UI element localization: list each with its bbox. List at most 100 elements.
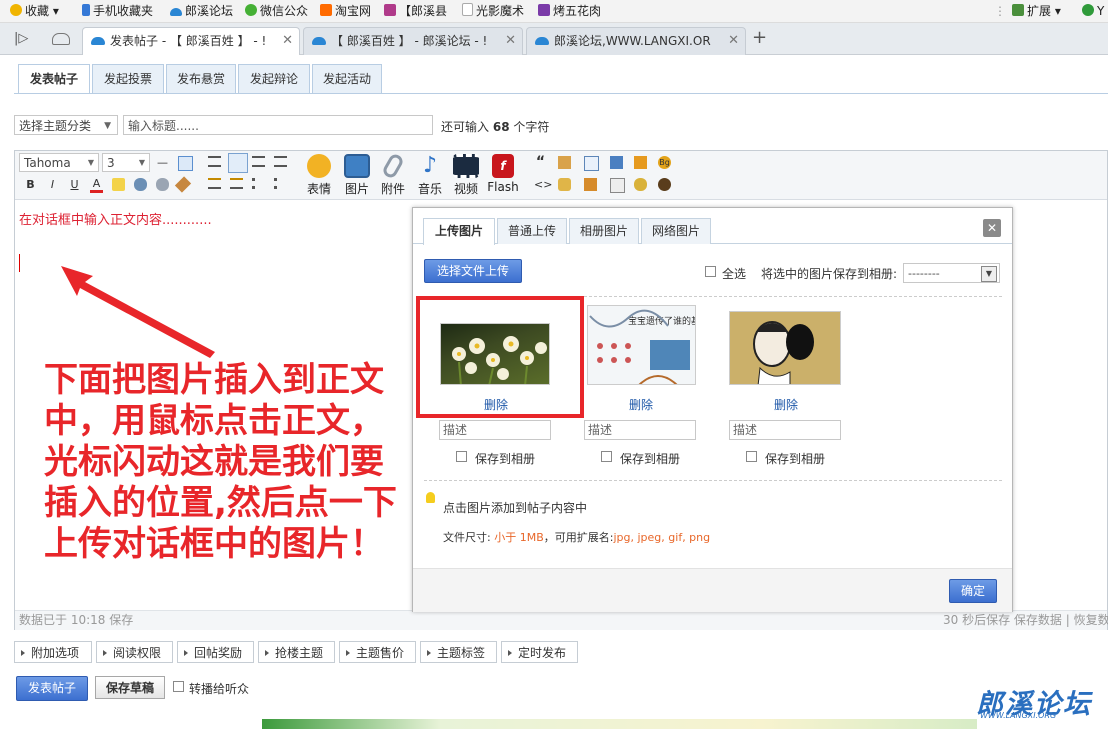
italic-button[interactable]: I — [46, 178, 59, 191]
option-additional[interactable]: 附加选项 — [14, 641, 92, 663]
emoticon-button[interactable]: 表情 — [302, 154, 336, 197]
close-icon[interactable]: ✕ — [983, 219, 1001, 237]
align-right-icon[interactable] — [252, 156, 265, 167]
more-icon[interactable]: ⋮ — [994, 3, 1006, 19]
tab-activity[interactable]: 发起活动 — [312, 64, 382, 93]
font-family-select[interactable]: Tahoma ▼ — [19, 153, 99, 172]
background-icon[interactable]: Bg — [658, 156, 671, 169]
key-icon[interactable] — [634, 178, 647, 191]
unordered-list-icon[interactable] — [274, 178, 290, 189]
tab-upload-image[interactable]: 上传图片 — [423, 218, 495, 245]
quote-icon[interactable]: “ — [534, 155, 547, 169]
image-button[interactable]: 图片 — [340, 154, 374, 197]
grid-icon — [1012, 4, 1024, 16]
save-album-checkbox-2[interactable] — [601, 451, 612, 462]
close-icon[interactable]: ✕ — [278, 28, 293, 54]
dialog-footer — [413, 568, 1012, 612]
select-all-checkbox[interactable] — [705, 266, 716, 277]
window-icon[interactable] — [584, 156, 599, 171]
bookmark-langxi[interactable]: 郎溪论坛 — [170, 3, 233, 19]
save-draft-button[interactable]: 保存草稿 — [95, 676, 165, 699]
attachment-button[interactable]: 附件 — [376, 152, 410, 197]
underline-button[interactable]: U — [68, 178, 81, 191]
align-left-icon[interactable] — [208, 156, 221, 167]
horizontal-rule-icon[interactable]: — — [156, 156, 169, 169]
sidebar-toggle-icon[interactable]: |▷ — [14, 31, 28, 46]
ordered-list-icon[interactable] — [252, 178, 268, 189]
extensions-button[interactable]: 扩展 ▾ — [1012, 3, 1061, 19]
tab-post[interactable]: 发表帖子 — [18, 64, 90, 94]
ok-button[interactable]: 确定 — [949, 579, 997, 603]
lock-icon[interactable] — [558, 178, 571, 191]
align-justify-icon[interactable] — [274, 156, 287, 167]
tab-web-image[interactable]: 网络图片 — [641, 218, 711, 244]
link-icon[interactable] — [134, 178, 147, 191]
browser-tab-home[interactable]: 郎溪论坛,WWW.LANGXI.OR ✕ — [526, 27, 746, 55]
columns-icon[interactable] — [610, 178, 625, 193]
browser-tab-post[interactable]: 发表帖子 - 【 郎溪百姓 】 - ! ✕ — [82, 27, 300, 55]
topic-category-select[interactable]: 选择主题分类 ▼ — [14, 115, 118, 135]
cloud-sync-icon[interactable] — [52, 33, 70, 45]
bookmark-wechat[interactable]: 微信公众 — [245, 3, 308, 19]
file-info: 文件尺寸: 小于 1MB，可用扩展名:jpg, jpeg, gif, png — [443, 531, 711, 544]
close-icon[interactable]: ✕ — [501, 28, 516, 54]
table-rows-icon[interactable] — [610, 156, 623, 169]
new-tab-button[interactable]: + — [752, 27, 767, 48]
bookmark-pork[interactable]: 烤五花肉 — [538, 3, 601, 19]
float-left-icon[interactable] — [208, 178, 221, 189]
image-thumbnail-retro[interactable] — [729, 311, 841, 385]
bookmark-taobao[interactable]: 淘宝网 — [320, 3, 371, 19]
description-input-1[interactable]: 描述 — [439, 420, 551, 440]
music-button[interactable]: ♪ 音乐 — [413, 154, 447, 197]
bookmark-favorites[interactable]: 收藏 ▾ — [10, 3, 59, 19]
tab-debate[interactable]: 发起辩论 — [238, 64, 310, 93]
delete-link-1[interactable]: 删除 — [484, 396, 508, 413]
browser-tab-forum[interactable]: 【 郎溪百姓 】 - 郎溪论坛 - ! ✕ — [303, 27, 523, 55]
disc-icon[interactable] — [658, 178, 671, 191]
delete-link-2[interactable]: 删除 — [629, 396, 653, 413]
save-album-checkbox-1[interactable] — [456, 451, 467, 462]
option-scheduled[interactable]: 定时发布 — [501, 641, 578, 663]
code-icon[interactable]: <> — [534, 178, 552, 191]
option-reply-reward[interactable]: 回帖奖励 — [177, 641, 254, 663]
highlight-icon[interactable] — [112, 178, 125, 191]
tab-reward[interactable]: 发布悬赏 — [166, 64, 236, 93]
font-size-select[interactable]: 3 ▼ — [102, 153, 150, 172]
bold-button[interactable]: B — [24, 178, 37, 191]
float-right-icon[interactable] — [230, 178, 243, 189]
bookmark-county[interactable]: 【郎溪县 — [384, 3, 447, 19]
video-button[interactable]: 视频 — [449, 154, 483, 197]
tab-normal-upload[interactable]: 普通上传 — [497, 218, 567, 244]
bookmark-photo[interactable]: 光影魔术 — [462, 3, 524, 19]
retro-picture — [753, 321, 814, 384]
download-icon[interactable] — [584, 178, 597, 191]
description-input-3[interactable]: 描述 — [729, 420, 841, 440]
delete-link-3[interactable]: 删除 — [774, 396, 798, 413]
select-file-upload-button[interactable]: 选择文件上传 — [424, 259, 522, 283]
description-input-2[interactable]: 描述 — [584, 420, 696, 440]
media-icon[interactable] — [634, 156, 647, 169]
tab-poll[interactable]: 发起投票 — [92, 64, 164, 93]
tab-album-image[interactable]: 相册图片 — [569, 218, 639, 244]
save-countdown[interactable]: 30 秒后保存 保存数据 | 恢复数 — [943, 611, 1108, 630]
table-icon[interactable] — [178, 156, 193, 171]
submit-post-button[interactable]: 发表帖子 — [16, 676, 88, 701]
album-select[interactable]: -------- ▼ — [903, 263, 1000, 283]
broadcast-checkbox[interactable] — [173, 681, 184, 692]
align-center-icon[interactable] — [228, 153, 248, 173]
close-icon[interactable]: ✕ — [724, 28, 739, 54]
title-input[interactable]: 输入标题...... — [123, 115, 433, 135]
option-topic-price[interactable]: 主题售价 — [339, 641, 416, 663]
yen-icon[interactable]: Y — [1082, 3, 1104, 19]
option-topic-tags[interactable]: 主题标签 — [420, 641, 497, 663]
image-thumbnail-genes[interactable]: 宝宝遗传了谁的基因? — [587, 305, 696, 385]
font-color-button[interactable]: A — [90, 177, 103, 193]
home-icon[interactable] — [558, 156, 571, 169]
site-cloud-icon — [535, 37, 549, 45]
option-floor-topic[interactable]: 抢楼主题 — [258, 641, 335, 663]
option-read-permission[interactable]: 阅读权限 — [96, 641, 173, 663]
save-album-checkbox-3[interactable] — [746, 451, 757, 462]
unlink-icon[interactable] — [156, 178, 169, 191]
bookmark-mobile[interactable]: 手机收藏夹 — [82, 3, 153, 19]
flash-button[interactable]: f Flash — [485, 154, 521, 194]
